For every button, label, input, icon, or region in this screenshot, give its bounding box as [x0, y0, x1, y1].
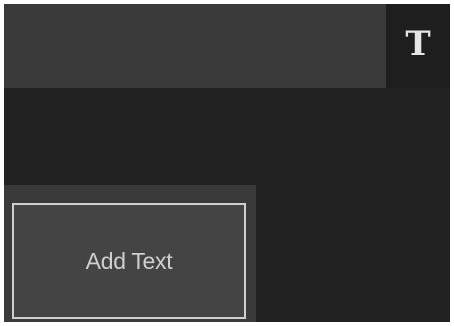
add-text-button[interactable]: Add Text — [12, 203, 246, 319]
text-tool-button[interactable]: T — [386, 4, 450, 88]
add-text-label: Add Text — [85, 247, 173, 274]
editor-canvas: T Add Text — [4, 4, 450, 322]
bottom-panel: Add Text — [4, 185, 256, 322]
text-icon: T — [405, 24, 431, 64]
top-bar — [4, 4, 386, 88]
